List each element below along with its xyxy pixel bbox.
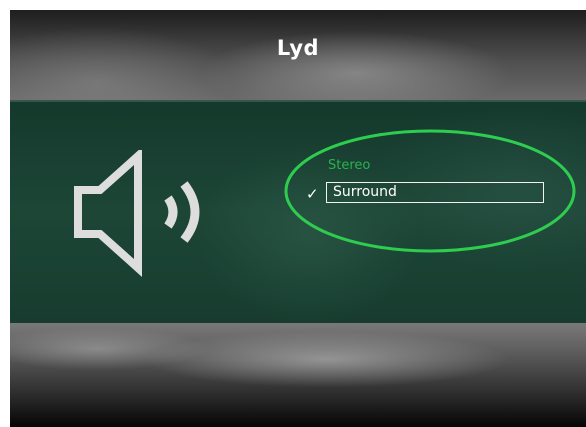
option-stereo[interactable]: Stereo [328,158,370,173]
check-icon: ✓ [306,185,319,203]
panel-divider [10,100,586,102]
bottom-band [10,323,586,427]
page-title: Lyd [276,36,320,60]
tv-audio-menu: Lyd Stereo ✓ Surround [10,10,586,427]
option-surround[interactable]: Surround [326,182,544,203]
speaker-volume-icon [74,150,200,277]
